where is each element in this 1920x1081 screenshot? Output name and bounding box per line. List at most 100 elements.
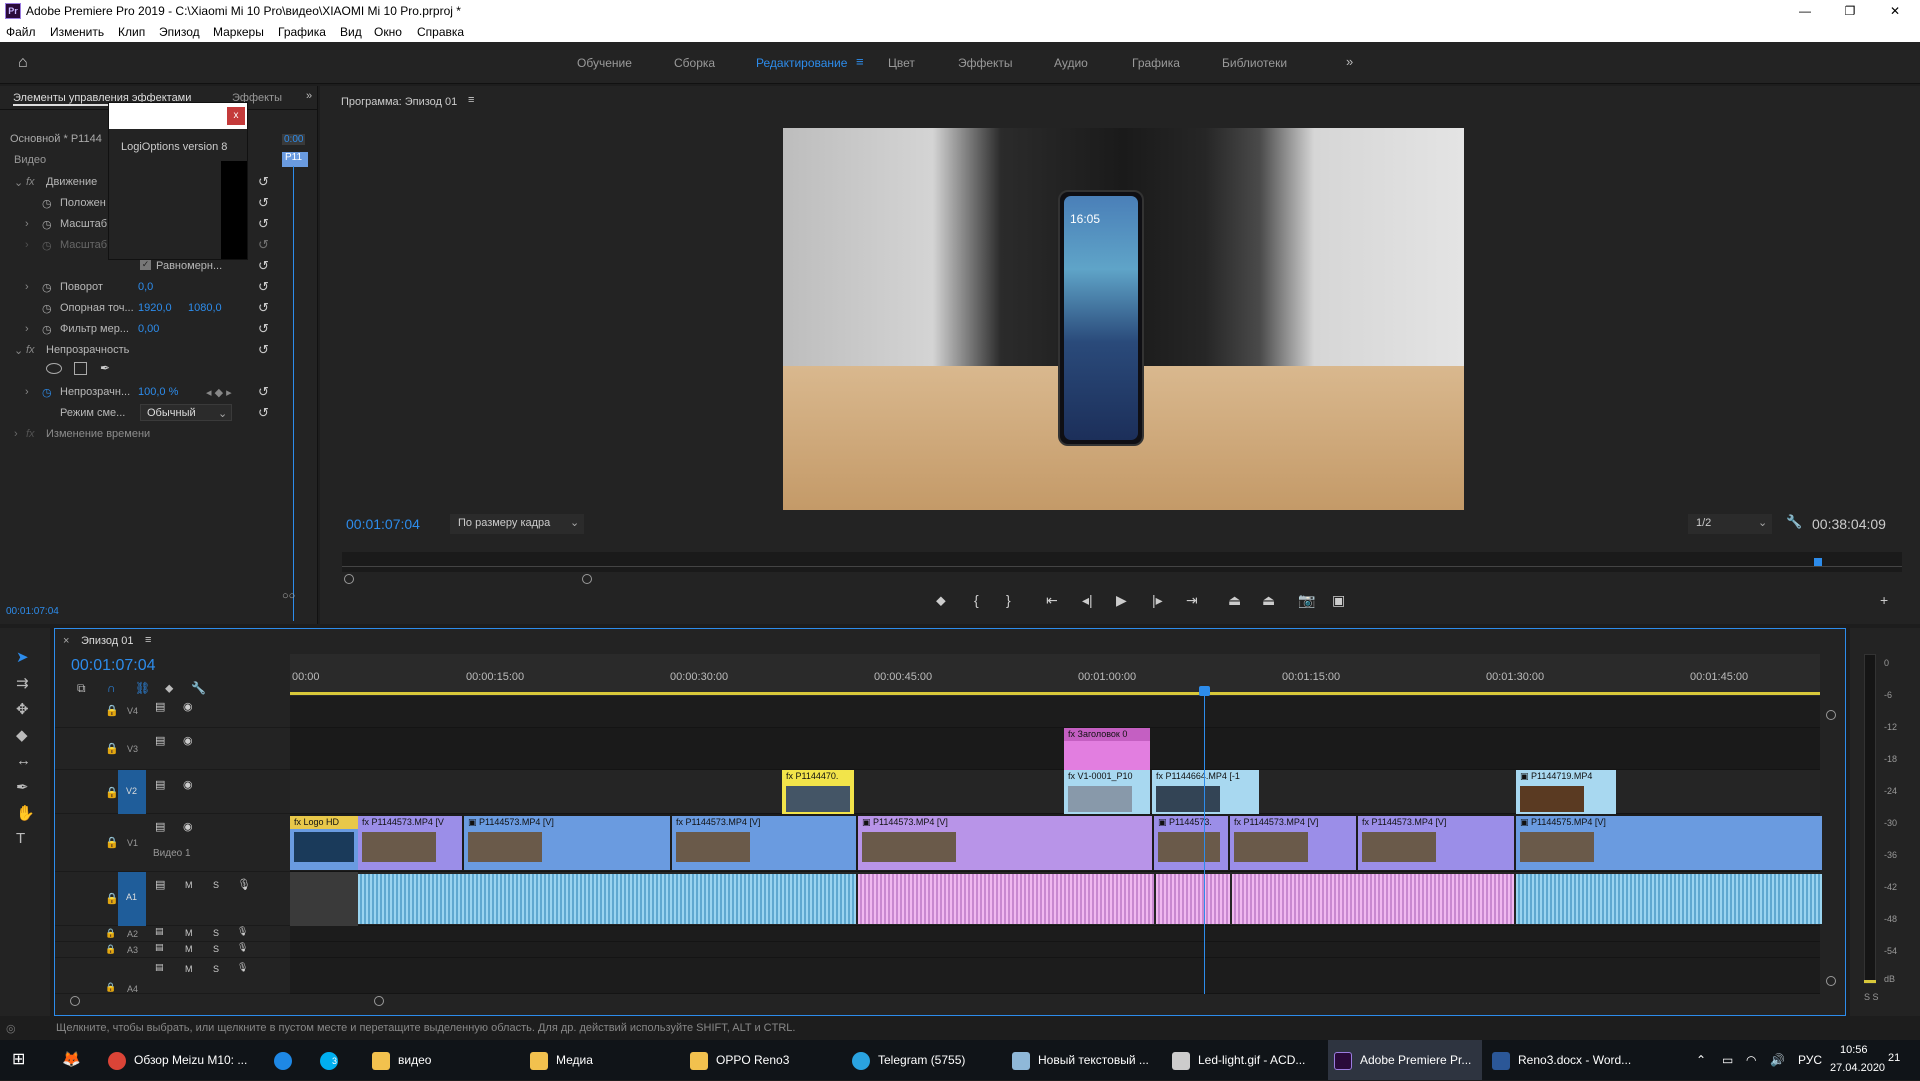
audio-clip-a1-blue-1[interactable] <box>358 874 856 924</box>
sync-lock-icon[interactable]: ▤ <box>155 926 164 937</box>
sync-lock-icon[interactable]: ▤ <box>155 962 164 973</box>
ec-row-opacity[interactable]: ⌄ fx Непрозрачность ↺ <box>0 340 282 360</box>
solo-meter-labels[interactable]: S S <box>1864 992 1879 1002</box>
clip-v1-3[interactable]: ▣ P1144573.MP4 [V] <box>464 816 670 870</box>
eye-icon[interactable]: ◉ <box>183 700 193 713</box>
track-v4[interactable] <box>290 696 1820 728</box>
menu-sequence[interactable]: Эпизод <box>159 25 200 39</box>
timeline-settings-icon[interactable]: 🔧 <box>191 681 206 695</box>
zoom-circles-icon[interactable]: ○○ <box>282 590 295 602</box>
reset-icon[interactable]: ↺ <box>258 174 269 190</box>
vertical-scroll-handle-top[interactable] <box>1826 710 1836 720</box>
taskbar-item-chrome[interactable]: Обзор Meizu M10: ... <box>108 1040 258 1080</box>
solo-button[interactable]: S <box>213 944 219 954</box>
track-v3[interactable] <box>290 728 1820 770</box>
clip-v2-4[interactable]: ▣ P1144719.MP4 <box>1516 770 1616 814</box>
ec-row-opacity-value[interactable]: › ◷ Непрозрачн... 100,0 % ◂ ◆ ▸ ↺ <box>0 382 282 402</box>
program-video-frame[interactable]: 16:05 <box>783 128 1464 510</box>
mark-out-icon[interactable]: } <box>1006 592 1011 608</box>
taskbar-item-word[interactable]: Reno3.docx - Word... <box>1492 1040 1642 1080</box>
close-tab-icon[interactable]: × <box>63 635 69 647</box>
lock-icon[interactable]: 🔒 <box>105 928 116 939</box>
audio-clip-a1-pink-2[interactable] <box>1156 874 1230 924</box>
stopwatch-icon[interactable]: ◷ <box>42 302 52 315</box>
taskbar-item-telegram[interactable]: Telegram (5755) <box>852 1040 1002 1080</box>
taskbar-item-folder-oppo[interactable]: OPPO Reno3 <box>690 1040 830 1080</box>
compare-view-icon[interactable]: ▣ <box>1332 592 1345 609</box>
nest-icon[interactable]: ⧉ <box>77 681 86 696</box>
eye-icon[interactable]: ◉ <box>183 734 193 747</box>
clip-v1-4[interactable]: fx P1144573.MP4 [V] <box>672 816 856 870</box>
add-marker-icon[interactable]: ⬥ <box>936 592 946 609</box>
eye-icon[interactable]: ◉ <box>183 778 193 791</box>
mute-button[interactable]: M <box>185 880 193 890</box>
reset-icon[interactable]: ↺ <box>258 258 269 274</box>
go-to-in-icon[interactable]: ⇤ <box>1046 592 1058 609</box>
extract-icon[interactable]: ⏏ <box>1262 592 1275 609</box>
type-tool-icon[interactable]: T <box>16 830 25 847</box>
panel-menu-icon[interactable]: ≡ <box>468 94 474 106</box>
clip-v1-1[interactable]: fx Logo HD <box>290 816 358 870</box>
lock-icon[interactable]: 🔒 <box>105 786 119 799</box>
menu-help[interactable]: Справка <box>417 25 464 39</box>
program-scrub-bar[interactable] <box>342 552 1902 572</box>
lock-icon[interactable]: 🔒 <box>105 982 116 993</box>
clip-v1-2[interactable]: fx P1144573.MP4 [V <box>358 816 462 870</box>
uniform-scale-checkbox[interactable]: ✓ <box>140 259 151 270</box>
lock-icon[interactable]: 🔒 <box>105 836 119 849</box>
minimize-button[interactable]: — <box>1790 2 1820 20</box>
zoom-end-handle[interactable] <box>582 574 592 584</box>
track-target-a1[interactable]: A1 <box>118 872 146 926</box>
workspace-libraries[interactable]: Библиотеки <box>1222 56 1287 70</box>
timeline-zoom-end[interactable] <box>374 996 384 1006</box>
stopwatch-icon[interactable]: ◷ <box>42 281 52 294</box>
ec-row-blend-mode[interactable]: Режим сме... Обычный ⌄ ↺ <box>0 403 282 423</box>
sync-lock-icon[interactable]: ▤ <box>155 778 165 791</box>
keyframe-nav-icon[interactable]: ◂ ◆ ▸ <box>206 386 232 399</box>
menu-graphics[interactable]: Графика <box>278 25 326 39</box>
ec-row-anchor-point[interactable]: ◷ Опорная точ... 1920,0 1080,0 ↺ <box>0 298 282 318</box>
sync-lock-icon[interactable]: ▤ <box>155 942 164 953</box>
solo-button[interactable]: S <box>213 880 219 890</box>
panel-menu-icon[interactable]: ≡ <box>145 634 151 646</box>
menu-view[interactable]: Вид <box>340 25 362 39</box>
fit-select[interactable]: По размеру кадра <box>450 514 584 534</box>
export-frame-icon[interactable]: 📷 <box>1298 592 1315 609</box>
track-target-v2[interactable]: V2 <box>118 770 146 814</box>
rotation-value[interactable]: 0,0 <box>138 281 153 293</box>
close-button[interactable]: ✕ <box>1880 2 1910 20</box>
ec-row-time-remap[interactable]: › fx Изменение времени <box>0 424 282 444</box>
flicker-value[interactable]: 0,00 <box>138 323 159 335</box>
mute-button[interactable]: M <box>185 928 193 938</box>
clip-v1-9[interactable]: ▣ P1144575.MP4 [V] <box>1516 816 1822 870</box>
step-back-icon[interactable]: ◂| <box>1082 592 1093 609</box>
lock-icon[interactable]: 🔒 <box>105 742 119 755</box>
clip-v1-6[interactable]: ▣ P1144573. <box>1154 816 1228 870</box>
timeline-zoom-start[interactable] <box>70 996 80 1006</box>
zoom-start-handle[interactable] <box>344 574 354 584</box>
lock-icon[interactable]: 🔒 <box>105 892 119 905</box>
more-workspaces-icon[interactable]: » <box>1346 54 1353 69</box>
maximize-button[interactable]: ❐ <box>1835 2 1865 20</box>
reset-icon[interactable]: ↺ <box>258 342 269 358</box>
razor-tool-icon[interactable]: ◆ <box>16 726 28 744</box>
workspace-audio[interactable]: Аудио <box>1054 56 1088 70</box>
ellipse-mask-icon[interactable] <box>46 363 62 374</box>
opacity-value[interactable]: 100,0 % <box>138 386 178 398</box>
mute-button[interactable]: M <box>185 964 193 974</box>
snap-icon[interactable]: ∩ <box>107 681 116 695</box>
lock-icon[interactable]: 🔒 <box>105 704 119 717</box>
clip-v1-7[interactable]: fx P1144573.MP4 [V] <box>1230 816 1356 870</box>
step-forward-icon[interactable]: |▸ <box>1152 592 1163 609</box>
timeline-playhead[interactable] <box>1204 686 1205 994</box>
stopwatch-icon[interactable]: ◷ <box>42 197 52 210</box>
menu-window[interactable]: Окно <box>374 25 402 39</box>
linked-selection-icon[interactable]: ⛓ <box>135 681 150 695</box>
tray-time[interactable]: 10:56 <box>1840 1044 1868 1056</box>
track-name-v1[interactable]: Видео 1 <box>153 848 191 859</box>
sync-lock-icon[interactable]: ▤ <box>155 734 165 747</box>
ec-timecode[interactable]: 00:01:07:04 <box>6 606 59 617</box>
battery-icon[interactable]: ▭ <box>1722 1040 1742 1080</box>
program-timecode[interactable]: 00:01:07:04 <box>346 516 420 532</box>
volume-icon[interactable]: 🔊 <box>1770 1040 1790 1080</box>
